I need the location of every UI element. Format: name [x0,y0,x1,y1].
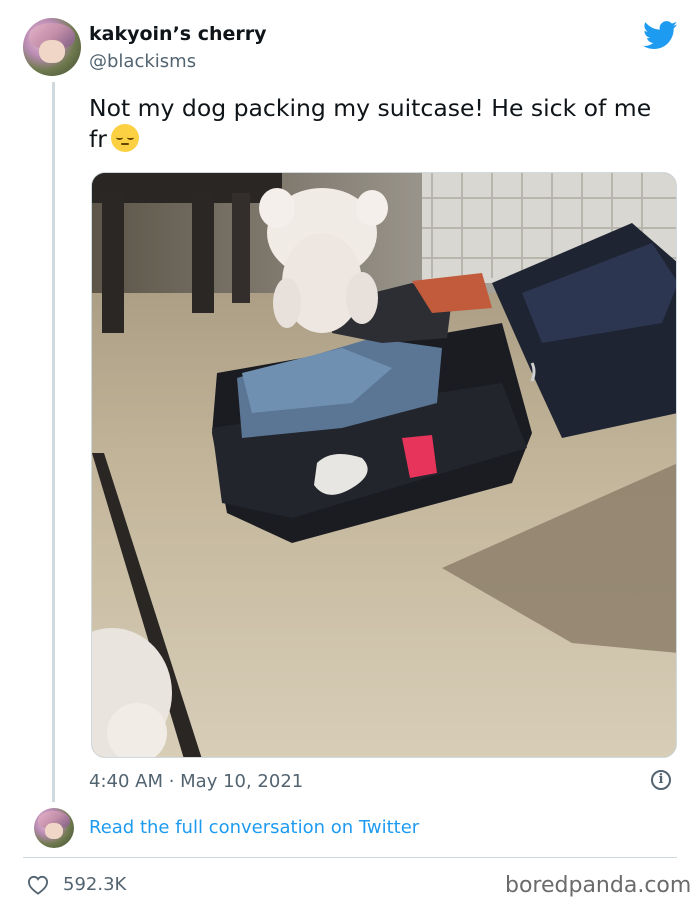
heart-icon[interactable] [27,875,49,895]
like-count: 592.3K [63,874,127,895]
thread-line [52,82,55,802]
info-icon[interactable]: i [651,770,671,790]
small-avatar[interactable] [34,808,74,848]
tweet-photo[interactable] [91,172,677,758]
read-conversation-link[interactable]: Read the full conversation on Twitter [89,817,419,838]
display-name[interactable]: kakyoin’s cherry [89,23,267,45]
tweet-timestamp[interactable]: 4:40 AM · May 10, 2021 [89,771,303,792]
divider [23,857,677,858]
boredpanda-watermark: boredpanda.com [505,873,692,898]
user-handle[interactable]: @blackisms [89,51,196,72]
tweet-text: Not my dog packing my suitcase! He sick … [89,94,652,153]
pensive-face-emoji [110,124,139,152]
author-avatar[interactable] [23,18,81,76]
twitter-bird-icon[interactable] [643,21,678,50]
dog-suitcase-photo [92,173,676,757]
